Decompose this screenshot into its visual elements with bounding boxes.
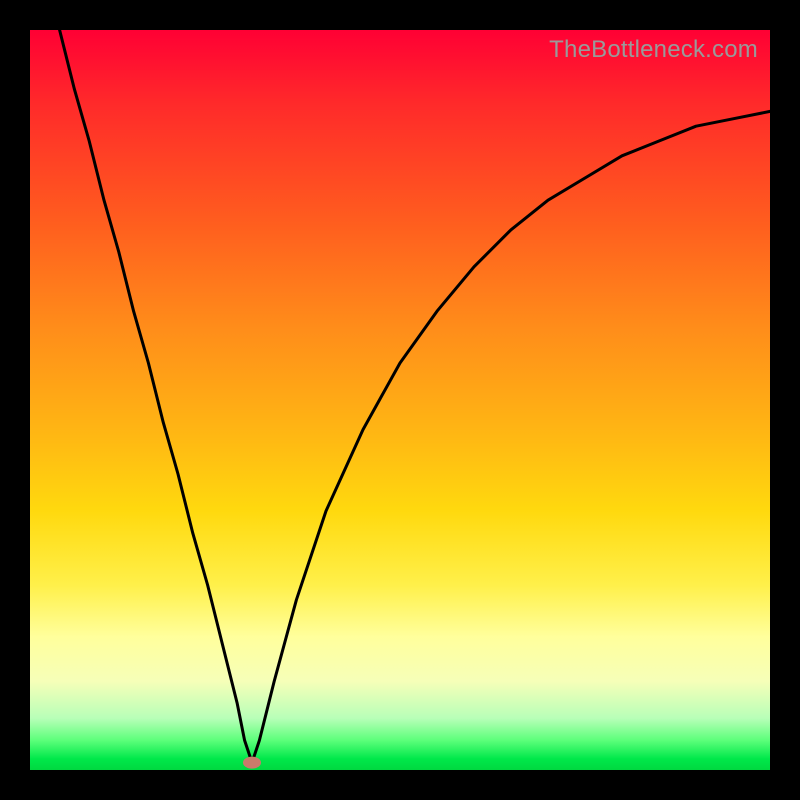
plot-area: TheBottleneck.com (30, 30, 770, 770)
min-marker (243, 757, 261, 769)
bottleneck-curve (60, 30, 770, 763)
chart-frame: TheBottleneck.com (0, 0, 800, 800)
chart-svg (30, 30, 770, 770)
